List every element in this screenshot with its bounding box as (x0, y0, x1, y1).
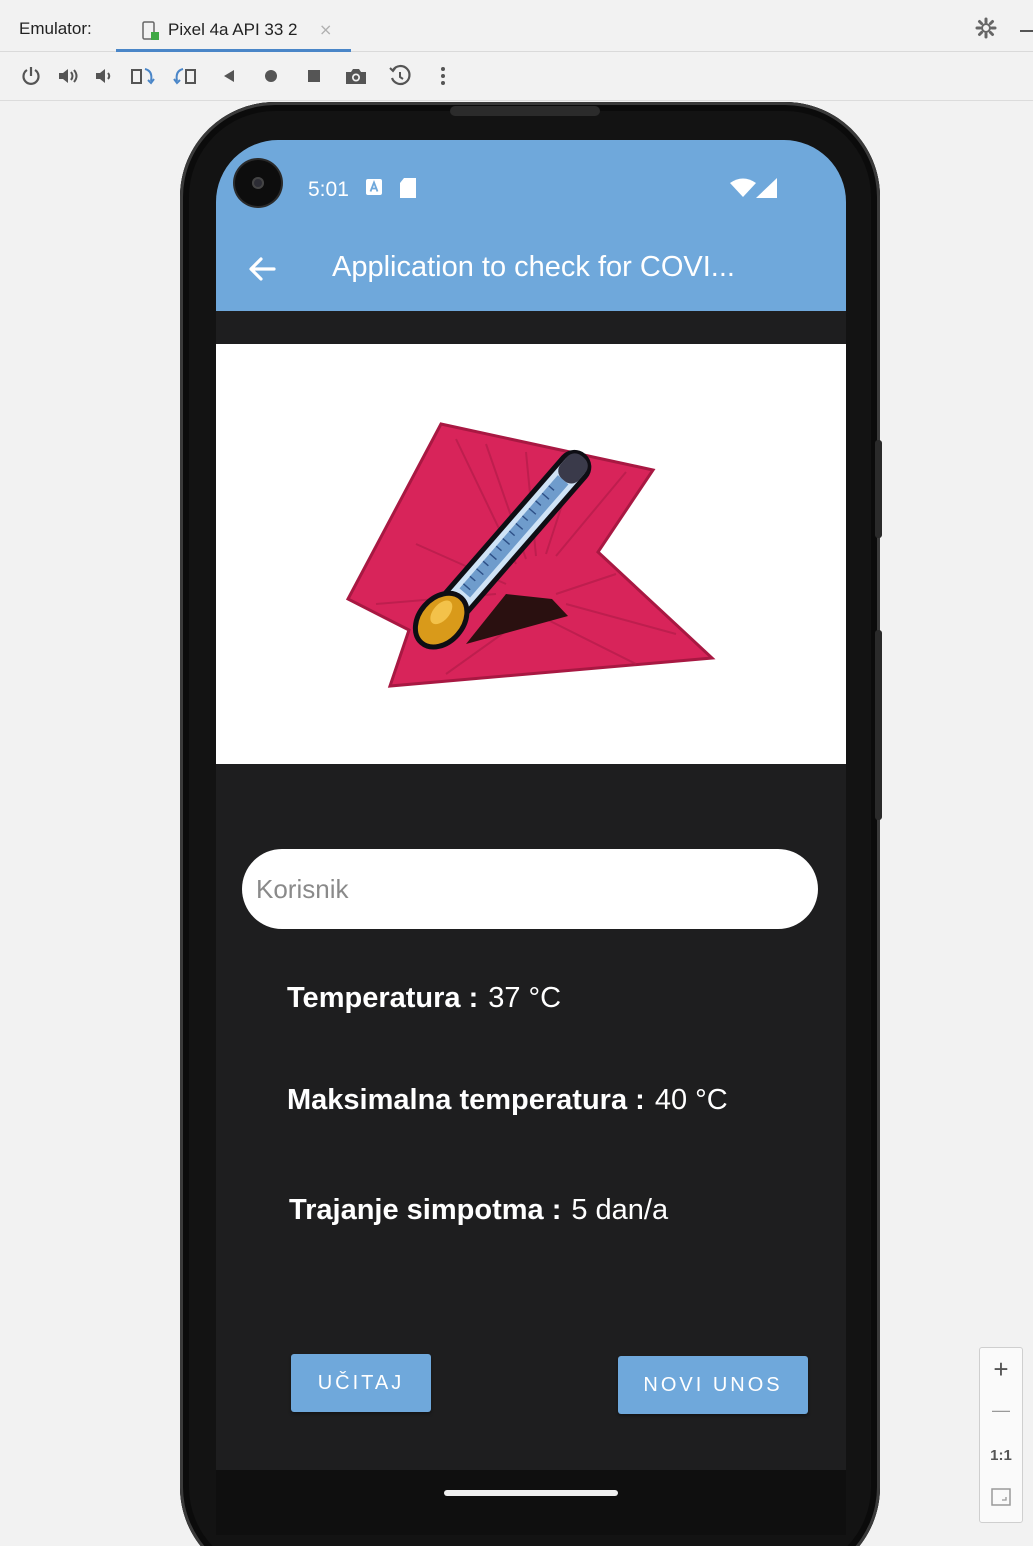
phone-volume-button (875, 630, 882, 820)
gear-icon[interactable] (975, 17, 997, 43)
load-button[interactable]: UČITAJ (291, 1354, 431, 1412)
duration-label: Trajanje simpotma : (289, 1194, 562, 1226)
thermometer-illustration (345, 422, 716, 688)
emulator-label: Emulator: (19, 19, 92, 38)
device-icon (142, 21, 160, 41)
max-temperature-value: 40 °C (654, 1084, 728, 1116)
volume-down-icon[interactable] (91, 63, 117, 89)
phone-speaker (450, 106, 600, 116)
tab-active-indicator (116, 49, 351, 52)
back-arrow-icon[interactable] (246, 253, 278, 289)
temperature-value: 37 °C (488, 982, 562, 1014)
home-icon[interactable] (258, 63, 284, 89)
phone-screen[interactable]: 5:01 Application to check for COVI... Ko… (216, 140, 846, 1535)
minimize-icon[interactable] (1020, 30, 1033, 32)
notification-a-icon (366, 179, 382, 199)
back-icon[interactable] (216, 63, 242, 89)
new-entry-button[interactable]: NOVI UNOS (618, 1356, 808, 1414)
max-temperature-label: Maksimalna temperatura : (287, 1084, 645, 1116)
status-bar: 5:01 (216, 140, 846, 235)
rotate-left-icon[interactable] (130, 63, 156, 89)
user-input-wrapper (242, 849, 818, 929)
tool-window-tabbar: Emulator: Pixel 4a API 33 2 × (0, 0, 1033, 52)
phone-power-button (875, 440, 882, 538)
more-icon[interactable] (430, 63, 456, 89)
app-title: Application to check for COVI... (332, 251, 735, 283)
user-input[interactable] (242, 849, 818, 929)
actual-size-button[interactable]: 1:1 (980, 1447, 1022, 1464)
navigation-bar (216, 1470, 846, 1535)
front-camera (235, 160, 281, 206)
status-time: 5:01 (308, 178, 349, 201)
screenshot-icon[interactable] (343, 63, 369, 89)
thermometer-image (216, 344, 846, 764)
max-temperature-row: Maksimalna temperatura : 40 °C (287, 1084, 728, 1117)
fit-screen-icon[interactable] (980, 1488, 1022, 1511)
temperature-label: Temperatura : (287, 982, 479, 1014)
home-gesture-handle[interactable] (444, 1490, 618, 1496)
tab-title: Pixel 4a API 33 2 (168, 20, 298, 39)
rotate-right-icon[interactable] (172, 63, 198, 89)
tab-pixel-4a[interactable]: Pixel 4a API 33 2 × (116, 10, 351, 52)
cellular-signal-icon (756, 178, 778, 202)
zoom-controls: + — 1:1 (979, 1347, 1023, 1523)
overview-icon[interactable] (301, 63, 327, 89)
app-bar: Application to check for COVI... (216, 235, 846, 311)
zoom-in-button[interactable]: + (980, 1354, 1022, 1385)
volume-up-icon[interactable] (55, 63, 81, 89)
duration-row: Trajanje simpotma : 5 dan/a (289, 1194, 668, 1227)
emulator-toolbar (0, 53, 1033, 101)
wifi-icon (730, 178, 756, 202)
temperature-row: Temperatura : 37 °C (287, 982, 561, 1015)
sd-card-icon (400, 178, 416, 202)
close-icon[interactable]: × (319, 20, 332, 39)
power-icon[interactable] (18, 63, 44, 89)
zoom-out-button[interactable]: — (980, 1400, 1022, 1421)
snapshot-icon[interactable] (387, 63, 413, 89)
duration-value: 5 dan/a (571, 1194, 669, 1226)
